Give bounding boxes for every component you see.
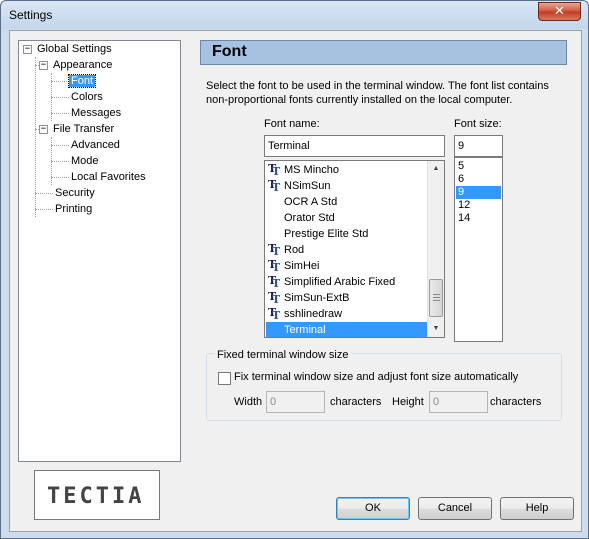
tree-item-printing[interactable]: Printing xyxy=(53,201,94,217)
scroll-down-icon[interactable]: ▼ xyxy=(428,321,444,337)
font-list-item[interactable]: TT SimSun-ExtB xyxy=(266,290,428,306)
scrollbar-thumb[interactable] xyxy=(429,279,443,317)
truetype-icon: TT xyxy=(268,274,281,290)
help-button[interactable]: Help xyxy=(500,497,574,520)
title-bar[interactable]: Settings ✕ xyxy=(1,1,588,29)
cancel-button[interactable]: Cancel xyxy=(418,497,492,520)
window-title: Settings xyxy=(9,8,53,22)
close-icon: ✕ xyxy=(554,4,565,19)
font-list-item[interactable]: Orator Std xyxy=(266,210,428,226)
collapse-global-settings-icon[interactable]: − xyxy=(23,45,32,54)
fixed-size-group xyxy=(206,353,562,421)
font-size-list[interactable]: 5 6 9 12 14 xyxy=(454,157,503,342)
truetype-icon: TT xyxy=(268,306,281,322)
tree-item-global-settings[interactable]: Global Settings xyxy=(35,41,114,57)
size-list-item-selected[interactable]: 9 xyxy=(456,186,501,199)
tree-item-security[interactable]: Security xyxy=(53,185,97,201)
font-list-scrollbar[interactable]: ▲ ▼ xyxy=(427,161,444,337)
tree-item-font[interactable]: Font xyxy=(67,73,97,89)
dialog-client-area: − Global Settings − Appearance Font Colo… xyxy=(9,30,582,532)
fixed-size-group-title: Fixed terminal window size xyxy=(214,349,352,361)
width-unit: characters xyxy=(330,396,382,408)
ok-button[interactable]: OK xyxy=(336,497,410,520)
font-list-item[interactable]: TT NSimSun xyxy=(266,178,428,194)
height-label: Height xyxy=(392,396,424,408)
font-list-item[interactable]: TT SimHei xyxy=(266,258,428,274)
tree-item-colors[interactable]: Colors xyxy=(69,89,105,105)
logo-text: TECTIA xyxy=(47,484,145,509)
tree-item-file-transfer[interactable]: File Transfer xyxy=(51,121,116,137)
font-list-item[interactable]: TT Rod xyxy=(266,242,428,258)
page-title: Font xyxy=(212,43,247,60)
truetype-icon: TT xyxy=(268,290,281,306)
size-list-item[interactable]: 14 xyxy=(456,212,501,225)
font-list-item[interactable]: TT sshlinedraw xyxy=(266,306,428,322)
tree-item-messages[interactable]: Messages xyxy=(69,105,123,121)
fix-size-checkbox[interactable] xyxy=(218,372,231,385)
tree-item-appearance[interactable]: Appearance xyxy=(51,57,114,73)
font-name-input[interactable]: Terminal xyxy=(264,135,445,157)
collapse-file-transfer-icon[interactable]: − xyxy=(39,125,48,134)
close-button[interactable]: ✕ xyxy=(538,2,581,21)
font-size-label: Font size: xyxy=(454,118,502,130)
font-size-input[interactable]: 9 xyxy=(454,135,503,157)
truetype-icon: TT xyxy=(268,178,281,194)
settings-tree[interactable]: − Global Settings − Appearance Font Colo… xyxy=(18,40,181,462)
size-list-item[interactable]: 12 xyxy=(456,199,501,212)
font-name-label: Font name: xyxy=(264,118,320,130)
tree-item-local-favorites[interactable]: Local Favorites xyxy=(69,169,148,185)
font-list-item-selected[interactable]: Terminal xyxy=(266,322,428,337)
scroll-up-icon[interactable]: ▲ xyxy=(428,161,444,177)
height-unit: characters xyxy=(490,396,542,408)
fix-size-checkbox-label[interactable]: Fix terminal window size and adjust font… xyxy=(234,371,518,383)
font-list-item[interactable]: TT MS Mincho xyxy=(266,162,428,178)
tectia-logo: TECTIA xyxy=(34,470,160,520)
font-list-item[interactable]: Prestige Elite Std xyxy=(266,226,428,242)
size-list-item[interactable]: 5 xyxy=(456,160,501,173)
font-list-item[interactable]: OCR A Std xyxy=(266,194,428,210)
truetype-icon: TT xyxy=(268,242,281,258)
page-header: Font xyxy=(200,40,567,65)
tree-item-advanced[interactable]: Advanced xyxy=(69,137,122,153)
width-input[interactable]: 0 xyxy=(266,391,325,413)
tree-item-mode[interactable]: Mode xyxy=(69,153,101,169)
truetype-icon: TT xyxy=(268,258,281,274)
height-input[interactable]: 0 xyxy=(429,391,488,413)
truetype-icon: TT xyxy=(268,162,281,178)
collapse-appearance-icon[interactable]: − xyxy=(39,61,48,70)
width-label: Width xyxy=(234,396,263,408)
settings-window: Settings ✕ − Global Settings − Appearanc… xyxy=(0,0,589,539)
size-list-item[interactable]: 6 xyxy=(456,173,501,186)
font-list-item[interactable]: TT Simplified Arabic Fixed xyxy=(266,274,428,290)
font-name-list[interactable]: TT MS Mincho TT NSimSun OCR A Std Orator… xyxy=(264,160,445,338)
page-description: Select the font to be used in the termin… xyxy=(206,80,549,106)
